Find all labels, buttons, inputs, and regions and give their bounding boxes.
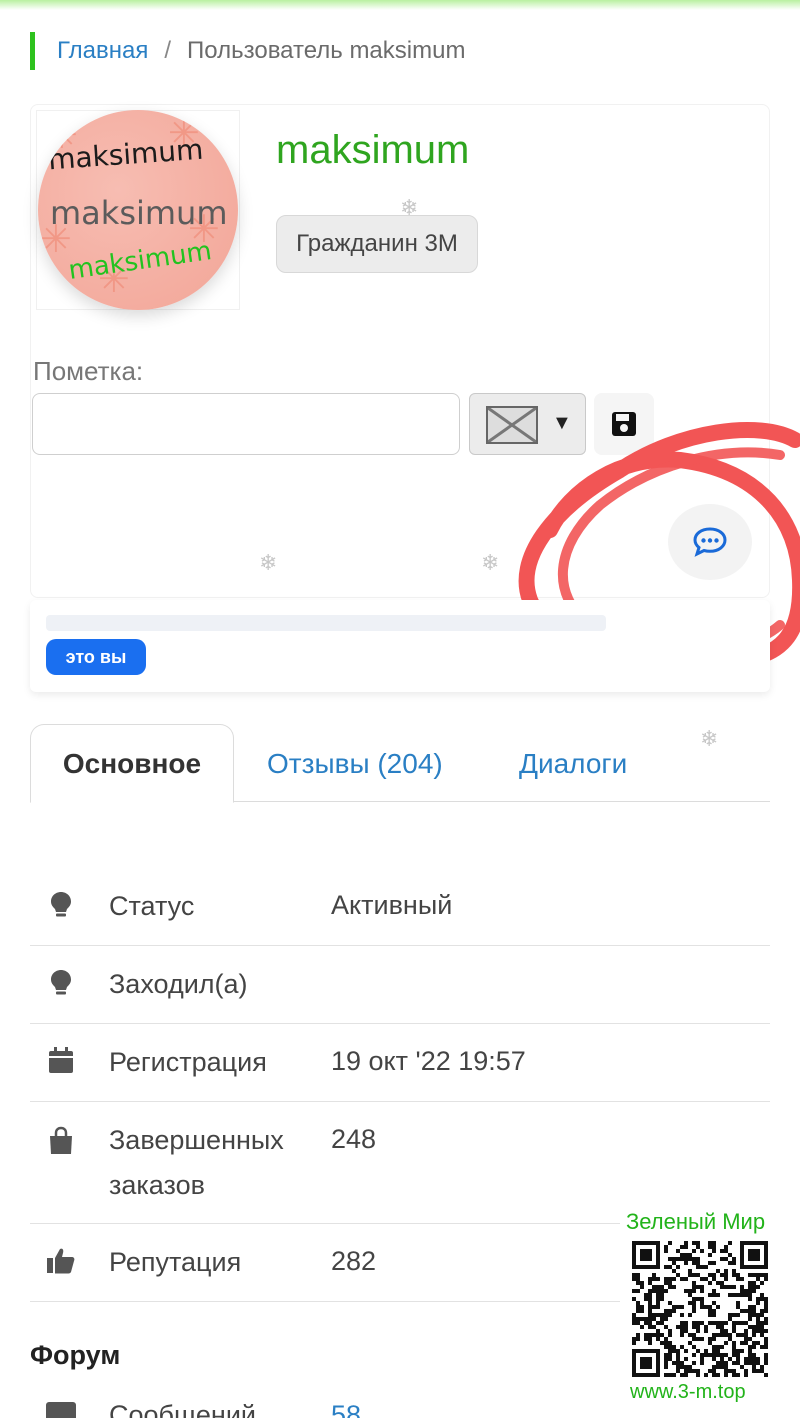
rank-badge: Гражданин 3М	[276, 215, 478, 273]
note-color-select[interactable]: ▼	[469, 393, 586, 455]
watermark-title: Зеленый Мир	[626, 1209, 766, 1234]
shopping-bag-icon	[50, 1126, 72, 1154]
avatar: ✳ ✳ ✳ ✳ ✳ maksimum maksimum maksimum	[38, 110, 238, 310]
info-label: Репутация	[109, 1247, 242, 1277]
lightbulb-icon	[51, 892, 71, 917]
forum-messages-link[interactable]: 58	[331, 1400, 361, 1418]
dropdown-arrow-icon: ▼	[552, 412, 572, 434]
watermark: Зеленый Мир www.3-m.top	[620, 1205, 780, 1410]
info-label: Заходил(а)	[109, 969, 248, 999]
profile-tabs: Основное Отзывы (204) Диалоги	[30, 724, 770, 803]
breadcrumb-separator: /	[164, 37, 172, 64]
you-badge: это вы	[46, 639, 146, 675]
info-row-registration: Регистрация 19 окт '22 19:57	[30, 1024, 770, 1102]
tab-main[interactable]: Основное	[30, 724, 234, 803]
tab-dialogs[interactable]: Диалоги	[519, 724, 627, 803]
send-message-button[interactable]	[668, 504, 752, 580]
info-row-status: Статус Активный	[30, 868, 770, 946]
breadcrumb-home-link[interactable]: Главная	[57, 37, 148, 65]
lightbulb-icon	[51, 970, 71, 995]
chat-bubble-icon	[693, 527, 727, 557]
info-value: 248	[331, 1124, 377, 1154]
forum-messages-label: Сообщений	[109, 1400, 256, 1418]
info-value: 282	[331, 1246, 377, 1276]
color-swatch	[486, 406, 538, 444]
avatar-text-2: maksimum	[50, 194, 228, 232]
info-label: Статус	[109, 891, 195, 921]
save-note-button[interactable]	[594, 393, 654, 455]
snowflake-icon: ❄	[400, 196, 419, 221]
username: maksimum	[276, 128, 470, 172]
snowflake-icon: ❄	[481, 551, 500, 576]
breadcrumb-current: Пользователь maksimum	[187, 37, 466, 64]
info-value: Активный	[331, 890, 453, 920]
progress-bar	[46, 615, 606, 631]
watermark-url: www.3-m.top	[630, 1381, 746, 1403]
thumbs-up-icon	[47, 1248, 75, 1274]
calendar-icon	[49, 1047, 73, 1073]
info-label: Регистрация	[109, 1047, 267, 1077]
floppy-disk-icon	[612, 412, 636, 436]
info-row-last-seen: Заходил(а)	[30, 946, 770, 1024]
message-icon	[46, 1402, 76, 1418]
note-label: Пометка:	[33, 356, 144, 386]
info-value: 19 окт '22 19:57	[331, 1046, 526, 1076]
snowflake-icon: ❄	[259, 551, 278, 576]
top-accent-bar	[0, 0, 800, 10]
breadcrumb: Главная / Пользователь maksimum	[30, 32, 465, 70]
no-color-icon	[487, 406, 537, 444]
forum-section-title: Форум	[30, 1340, 121, 1370]
info-label: Завершенных заказов	[109, 1125, 284, 1200]
qr-code-icon	[632, 1241, 768, 1377]
avatar-text-3: maksimum	[66, 236, 214, 286]
note-input[interactable]	[32, 393, 460, 455]
tab-reviews[interactable]: Отзывы (204)	[267, 724, 443, 803]
